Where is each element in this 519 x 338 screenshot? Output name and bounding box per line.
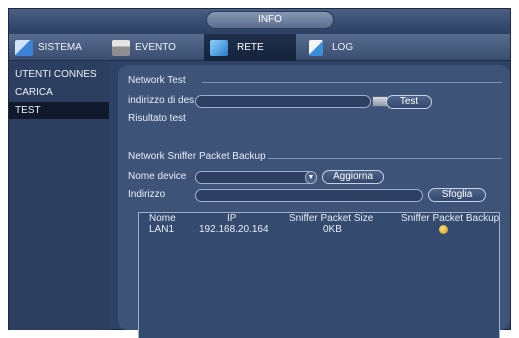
column-header-ip: IP <box>227 213 237 224</box>
system-icon <box>15 39 33 56</box>
section-divider <box>202 82 502 83</box>
nav-tab-evento[interactable]: EVENTO <box>112 34 197 61</box>
table-header: Nome IP Sniffer Packet Size Sniffer Pack… <box>139 213 499 224</box>
column-header-backup: Sniffer Packet Backup <box>401 213 500 224</box>
device-label: Nome device <box>128 171 187 182</box>
nav-label-log: LOG <box>332 42 354 53</box>
table-row[interactable]: LAN1 192.168.20.164 0KB <box>139 224 499 235</box>
title-bar: INFO <box>9 9 510 31</box>
sidebar: UTENTI CONNES CARICA TEST <box>9 62 109 330</box>
network-test-title: Network Test <box>128 75 186 86</box>
browse-button[interactable]: Sfoglia <box>428 188 486 202</box>
result-label: Risultato test <box>128 113 186 124</box>
sidebar-item-test[interactable]: TEST <box>9 102 109 119</box>
chevron-down-icon[interactable]: ▼ <box>305 171 317 184</box>
cell-ip: 192.168.20.164 <box>199 224 269 235</box>
nav-label-sistema: SISTEMA <box>38 42 82 53</box>
refresh-button[interactable]: Aggiorna <box>322 170 384 184</box>
network-icon <box>210 39 228 56</box>
nav-label-rete: RETE <box>237 42 264 53</box>
cell-size: 0KB <box>323 224 342 235</box>
info-title: INFO <box>206 11 334 29</box>
test-button[interactable]: Test <box>386 95 432 109</box>
section-divider <box>268 158 502 159</box>
address-label: indirizzo di des <box>128 95 195 106</box>
nav-label-evento: EVENTO <box>135 42 176 53</box>
backup-icon[interactable] <box>439 225 448 234</box>
log-icon <box>309 39 323 56</box>
nav-tab-rete[interactable]: RETE <box>204 34 296 61</box>
column-header-name: Nome <box>149 213 176 224</box>
main-nav: SISTEMA EVENTO RETE LOG <box>9 34 510 61</box>
sniffer-table: Nome IP Sniffer Packet Size Sniffer Pack… <box>138 212 500 338</box>
nav-tab-sistema[interactable]: SISTEMA <box>15 34 105 61</box>
sniffer-title: Network Sniffer Packet Backup <box>128 151 266 162</box>
content-panel: Network Test indirizzo di des Test Risul… <box>118 65 510 338</box>
cell-name: LAN1 <box>149 224 175 235</box>
path-input[interactable] <box>195 189 423 202</box>
event-icon <box>112 39 130 56</box>
column-header-size: Sniffer Packet Size <box>289 213 374 224</box>
nav-tab-log[interactable]: LOG <box>309 34 394 61</box>
path-label: Indirizzo <box>128 189 166 200</box>
sidebar-item-utenti-connessi[interactable]: UTENTI CONNES <box>9 66 109 83</box>
device-select[interactable]: ▼ <box>195 171 317 184</box>
address-input[interactable] <box>195 95 371 108</box>
dvr-window: INFO SISTEMA EVENTO RETE LOG UTENTI CONN… <box>8 8 511 338</box>
sidebar-item-carica[interactable]: CARICA <box>9 84 109 101</box>
